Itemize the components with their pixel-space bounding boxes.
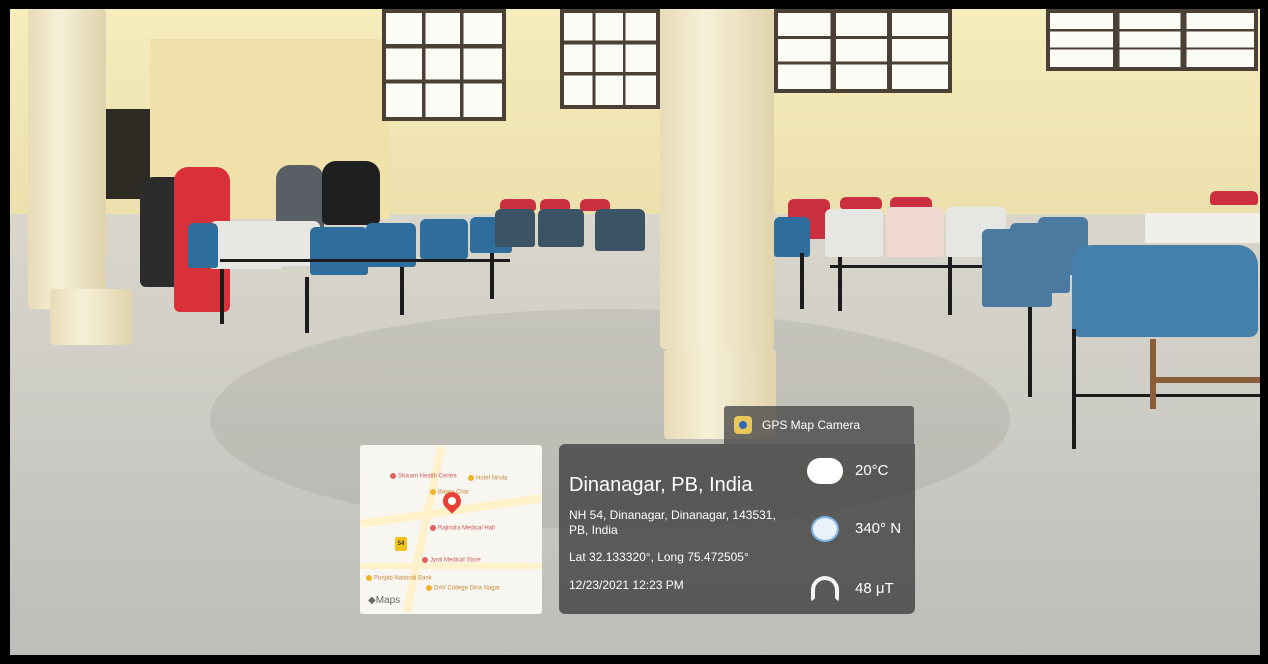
heading-metric: 340° N [807,514,912,544]
chair [774,217,810,257]
temperature-metric: 20°C [807,456,912,486]
app-logo-icon [734,416,752,434]
chair [886,207,944,257]
magnetic-value: 48 μT [855,580,894,597]
chair [495,209,535,247]
location-info-panel: Dinanagar, PB, India NH 54, Dinanagar, D… [559,444,915,614]
temperature-value: 20°C [855,462,889,479]
magnetic-metric: 48 μT [807,574,912,604]
chair [310,227,368,275]
seated-person [322,161,380,225]
heading-value: 340° N [855,520,902,537]
chair-leg [800,253,804,309]
table-leg [1150,339,1156,409]
timestamp: 12/23/2021 12:23 PM [569,578,684,592]
window [774,9,952,93]
map-road [360,563,542,569]
pillar [660,9,774,349]
app-name: GPS Map Camera [762,418,861,432]
coordinates: Lat 32.133320°, Long 75.472505° [569,550,749,564]
chair [840,197,882,209]
chair-leg [305,277,309,333]
location-title: Dinanagar, PB, India [569,474,753,496]
window [560,9,660,109]
route-badge: 54 [395,537,407,551]
chair-leg [1072,329,1076,449]
table-rail [1150,377,1260,383]
map-poi: DAV College Dina Nagar [426,585,500,592]
magnet-icon [811,576,839,602]
apple-logo-icon: ◆ [368,595,376,606]
chair-rail [220,259,510,262]
window [1046,9,1258,71]
map-poi: Shivam Health Centre [390,473,457,480]
app-badge: GPS Map Camera [724,406,914,444]
mini-map: Shivam Health Centre Bajwa Chat Hotel Ni… [360,445,542,614]
chair-rail [1072,394,1260,397]
chair-leg [220,269,224,324]
map-poi: Jyoti Medical Store [422,557,481,564]
pillar-base [50,289,132,345]
chair [595,209,645,251]
address: NH 54, Dinanagar, Dinanagar, 143531, PB,… [569,508,776,537]
cloud-icon [807,458,843,484]
chair [538,209,584,247]
chair-leg [400,267,404,315]
compass-icon [811,516,839,542]
chair [1072,245,1258,337]
map-poi: Hotel Nirula [468,475,507,482]
map-poi: Punjab National Bank [366,575,432,582]
chair [420,219,468,259]
maps-attribution: ◆Maps [368,595,401,606]
map-poi: Rajindra Medical Hall [430,525,495,532]
chair [1210,191,1258,205]
chair [188,223,218,268]
chair-leg [1028,307,1032,397]
pillar [28,9,106,309]
window [382,9,506,121]
table [1145,213,1260,243]
chair [825,209,883,257]
